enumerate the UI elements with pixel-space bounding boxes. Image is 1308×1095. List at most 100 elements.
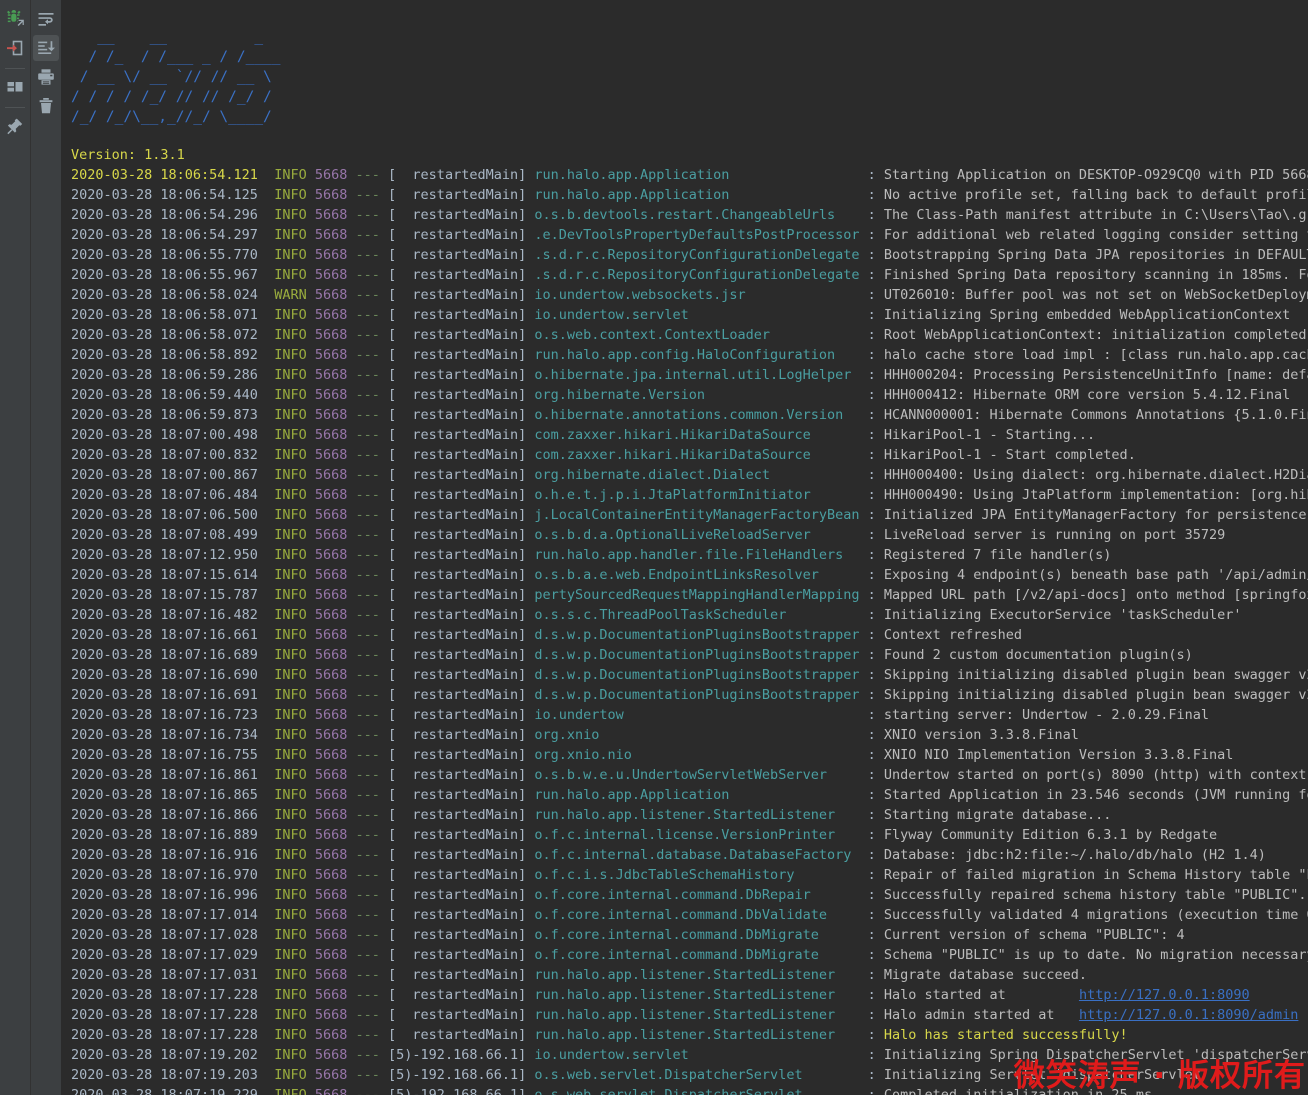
log-message-link[interactable]: http://127.0.0.1:8090: [1079, 987, 1250, 1003]
log-colon: :: [859, 966, 884, 983]
log-colon: :: [859, 666, 884, 683]
log-pid: 5668: [314, 1086, 348, 1095]
log-thread: restartedMain: [396, 726, 519, 743]
log-separator: ---: [355, 1086, 380, 1095]
log-bracket-close: ]: [518, 186, 535, 203]
log-separator: ---: [355, 926, 380, 943]
log-separator: ---: [355, 526, 380, 543]
log-bracket-close: ]: [518, 486, 535, 503]
sp: [307, 927, 315, 943]
log-level: INFO: [274, 226, 307, 243]
sp: [347, 207, 355, 223]
log-timestamp: 2020-03-28 18:07:16.755: [71, 746, 258, 763]
log-logger: o.hibernate.annotations.common.Version: [534, 406, 860, 423]
log-line: 2020-03-28 18:07:17.031 INFO 5668 --- [ …: [71, 965, 1308, 985]
sp: [307, 767, 315, 783]
sp: [258, 887, 274, 903]
log-line: 2020-03-28 18:07:16.996 INFO 5668 --- [ …: [71, 885, 1308, 905]
log-pid: 5668: [314, 606, 348, 623]
log-timestamp: 2020-03-28 18:07:17.228: [71, 1006, 258, 1023]
log-thread: restartedMain: [396, 746, 519, 763]
log-pid: 5668: [314, 586, 348, 603]
sp: [347, 927, 355, 943]
log-bracket-close: ]: [518, 466, 535, 483]
log-bracket-close: ]: [518, 266, 535, 283]
log-timestamp: 2020-03-28 18:07:16.661: [71, 626, 258, 643]
log-level: INFO: [274, 1066, 307, 1083]
print-icon[interactable]: [33, 64, 59, 90]
log-message: Current version of schema "PUBLIC": 4: [883, 926, 1185, 943]
log-line: 2020-03-28 18:07:19.229 INFO 5668 --- [5…: [71, 1085, 1308, 1095]
soft-wrap-icon[interactable]: [33, 6, 59, 32]
sp: [307, 1007, 315, 1023]
log-bracket-open: [: [379, 946, 397, 963]
sp: [258, 507, 274, 523]
log-logger: org.xnio.nio: [534, 746, 860, 763]
sp: [347, 467, 355, 483]
sp: [307, 367, 315, 383]
sp: [258, 807, 274, 823]
log-bracket-open: [: [379, 286, 397, 303]
log-bracket-close: ]: [518, 846, 535, 863]
sp: [307, 427, 315, 443]
log-pid: 5668: [314, 946, 348, 963]
log-thread: restartedMain: [396, 546, 519, 563]
trash-icon[interactable]: [33, 93, 59, 119]
version-label: Version: 1.3.1: [71, 146, 185, 163]
log-separator: ---: [355, 326, 380, 343]
log-pid: 5668: [314, 486, 348, 503]
layout-icon[interactable]: [2, 74, 28, 100]
log-logger: o.s.b.a.e.web.EndpointLinksResolver: [534, 566, 860, 583]
log-thread: restartedMain: [396, 826, 519, 843]
scroll-to-end-icon[interactable]: [33, 35, 59, 61]
log-message-link[interactable]: http://127.0.0.1:8090/admin: [1079, 1007, 1298, 1023]
log-bracket-close: ]: [518, 706, 535, 723]
log-separator: ---: [355, 306, 380, 323]
sp: [258, 787, 274, 803]
pin-icon[interactable]: [2, 113, 28, 139]
log-logger: o.s.s.c.ThreadPoolTaskScheduler: [534, 606, 860, 623]
log-bracket-open: [: [379, 646, 397, 663]
log-separator: ---: [355, 1006, 380, 1023]
log-separator: ---: [355, 986, 380, 1003]
log-line: 2020-03-28 18:07:16.723 INFO 5668 --- [ …: [71, 705, 1308, 725]
rerun-icon[interactable]: [2, 6, 28, 32]
log-message: Completed initialization in 25 ms: [883, 1086, 1153, 1095]
log-thread: restartedMain: [396, 426, 519, 443]
exit-icon[interactable]: [2, 35, 28, 61]
log-bracket-close: ]: [518, 626, 535, 643]
sp: [258, 247, 274, 263]
console-output-panel[interactable]: __ __ _ / /_ / /___ _ / /____ / __ \/ __…: [61, 0, 1308, 1095]
log-line: 2020-03-28 18:07:06.500 INFO 5668 --- [ …: [71, 505, 1308, 525]
log-logger: io.undertow.servlet: [534, 1046, 860, 1063]
log-level: INFO: [274, 486, 307, 503]
log-bracket-close: ]: [518, 366, 535, 383]
log-message: UT026010: Buffer pool was not set on Web…: [883, 286, 1308, 303]
sp: [347, 547, 355, 563]
log-pid: 5668: [314, 866, 348, 883]
log-bracket-close: ]: [518, 686, 535, 703]
log-timestamp: 2020-03-28 18:06:55.967: [71, 266, 258, 283]
log-thread: restartedMain: [396, 266, 519, 283]
log-line: 2020-03-28 18:07:12.950 INFO 5668 --- [ …: [71, 545, 1308, 565]
log-level: INFO: [274, 1006, 307, 1023]
log-message: Initializing ExecutorService 'taskSchedu…: [883, 606, 1242, 623]
log-colon: :: [859, 626, 884, 643]
log-level: INFO: [274, 906, 307, 923]
log-bracket-close: ]: [518, 566, 535, 583]
log-bracket-close: ]: [518, 1006, 535, 1023]
log-level: INFO: [274, 686, 307, 703]
log-pid: 5668: [314, 806, 348, 823]
sp: [258, 527, 274, 543]
log-separator: ---: [355, 1026, 380, 1043]
log-logger: o.f.core.internal.command.DbRepair: [534, 886, 860, 903]
log-timestamp: 2020-03-28 18:06:58.071: [71, 306, 258, 323]
log-timestamp: 2020-03-28 18:07:15.787: [71, 586, 258, 603]
log-bracket-close: ]: [518, 286, 535, 303]
sp: [307, 227, 315, 243]
log-bracket-open: [: [379, 726, 397, 743]
log-separator: ---: [355, 186, 380, 203]
sp: [347, 487, 355, 503]
log-timestamp: 2020-03-28 18:07:00.867: [71, 466, 258, 483]
sp: [258, 727, 274, 743]
